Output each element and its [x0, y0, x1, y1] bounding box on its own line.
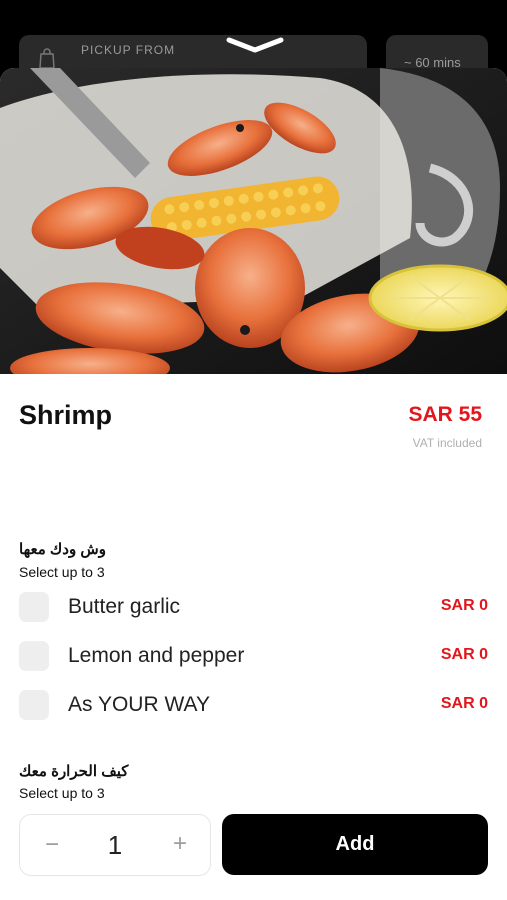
option-row-butter-garlic[interactable]: Butter garlic SAR 0 [19, 592, 488, 624]
option-group-subtitle: Select up to 3 [19, 564, 105, 580]
option-label: As YOUR WAY [68, 693, 210, 716]
option-price: SAR 0 [440, 695, 488, 712]
decrease-quantity-button[interactable]: − [42, 831, 62, 859]
option-row-lemon-pepper[interactable]: Lemon and pepper SAR 0 [19, 641, 488, 673]
option-label: Butter garlic [68, 595, 181, 618]
pickup-label: PICKUP FROM [81, 43, 176, 57]
option-checkbox[interactable] [19, 592, 49, 622]
option-checkbox[interactable] [19, 690, 49, 720]
shopping-bag-icon [39, 48, 55, 69]
item-sheet: Shrimp SAR 55 VAT included وش ودك معها S… [0, 68, 507, 900]
option-price: SAR 0 [440, 646, 488, 663]
option-group-subtitle: Select up to 3 [19, 785, 105, 801]
increase-quantity-button[interactable]: + [170, 830, 190, 858]
option-label: Lemon and pepper [68, 644, 245, 667]
item-price: SAR 55 [408, 403, 482, 426]
vat-note: VAT included [412, 436, 482, 450]
chevron-down-icon[interactable] [226, 36, 284, 54]
quantity-value: 1 [107, 830, 123, 860]
item-image [0, 68, 507, 374]
option-group-title: وش ودك معها [19, 541, 106, 558]
item-name: Shrimp [19, 400, 113, 430]
option-row-your-way[interactable]: As YOUR WAY SAR 0 [19, 690, 488, 722]
option-price: SAR 0 [440, 597, 488, 614]
option-group-title: كيف الحرارة معك [19, 763, 129, 780]
add-to-cart-button[interactable]: Add [222, 814, 488, 875]
quantity-stepper: − 1 + [19, 814, 211, 876]
option-checkbox[interactable] [19, 641, 49, 671]
